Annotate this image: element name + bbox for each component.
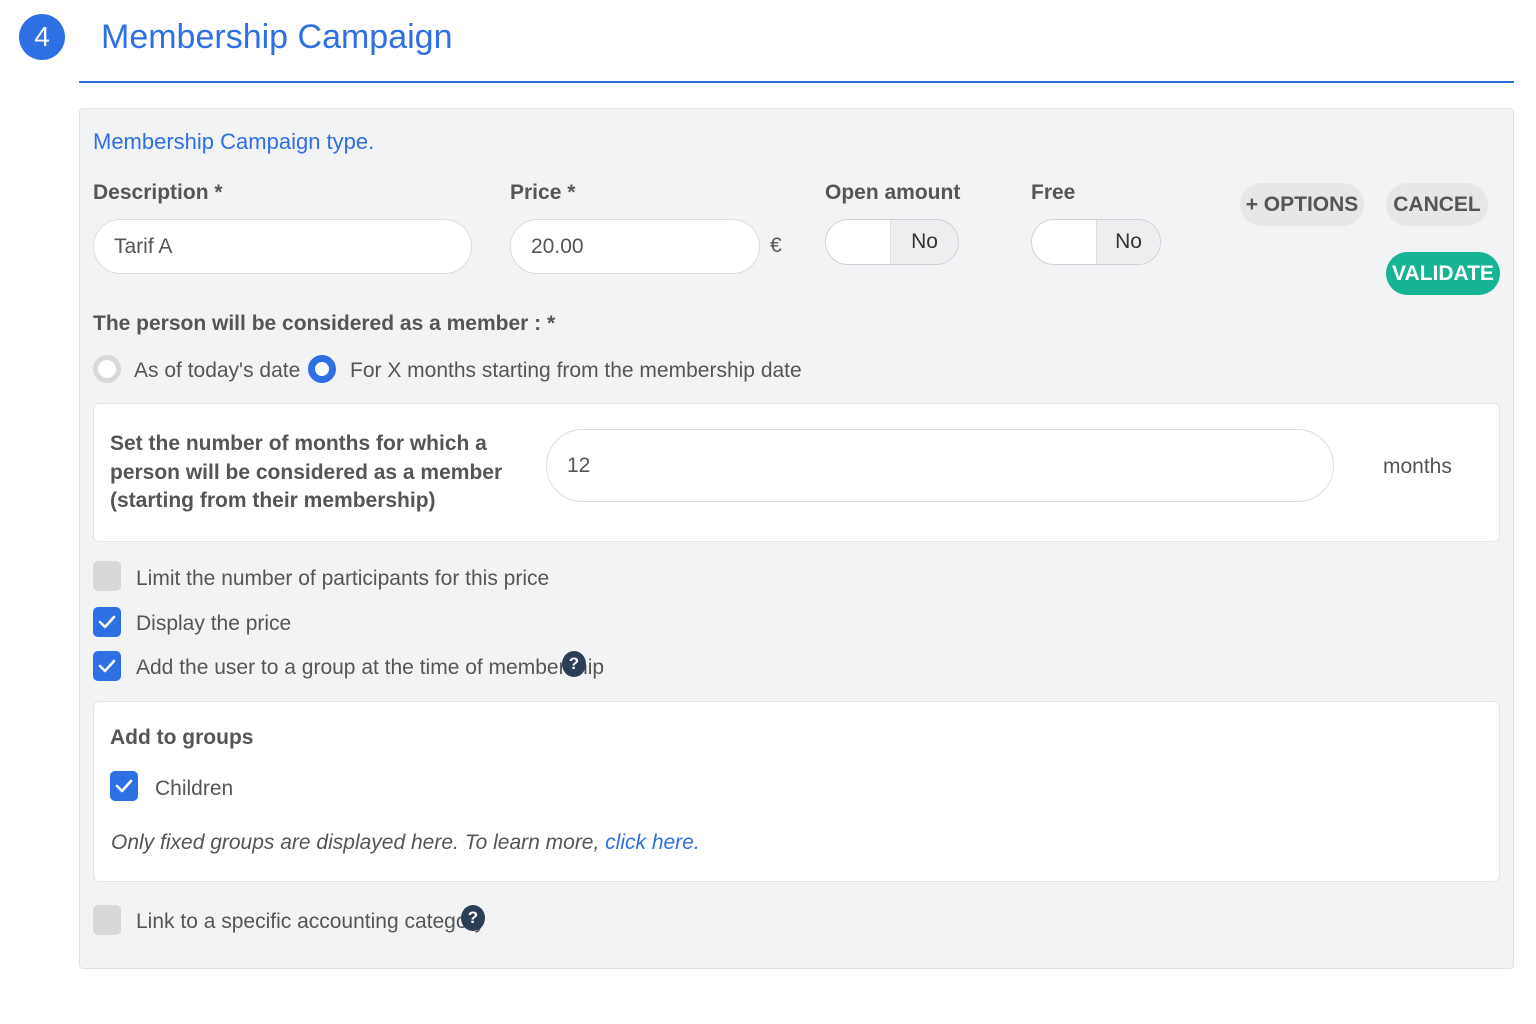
add-to-group-checkbox[interactable] [93, 651, 121, 681]
help-circle-icon[interactable]: ? [461, 905, 485, 931]
accounting-category-checkbox[interactable] [93, 905, 121, 935]
check-icon [98, 615, 116, 629]
section-title: Membership Campaign type. [93, 129, 375, 154]
radio-x-months[interactable] [308, 355, 336, 383]
display-price-label: Display the price [136, 612, 292, 635]
step-number-badge: 4 [19, 14, 65, 60]
radio-todays-date-label: As of today's date [134, 359, 301, 382]
accounting-category-label: Link to a specific accounting category [136, 910, 486, 933]
group-children-label: Children [155, 777, 234, 800]
page-title: Membership Campaign [101, 18, 453, 56]
learn-more-link[interactable]: click here [605, 831, 694, 854]
months-panel-label: Set the number of months for which a per… [110, 432, 503, 512]
free-label: Free [1031, 181, 1076, 204]
display-price-checkbox[interactable] [93, 607, 121, 637]
limit-participants-checkbox[interactable] [93, 561, 121, 591]
free-toggle[interactable]: No [1031, 219, 1161, 265]
validate-button[interactable]: VALIDATE [1386, 252, 1500, 295]
cancel-button[interactable]: CANCEL [1386, 183, 1488, 226]
group-children-checkbox[interactable] [110, 771, 138, 801]
open-amount-toggle[interactable]: No [825, 219, 959, 265]
open-amount-state: No [890, 220, 958, 264]
price-label: Price * [510, 181, 576, 204]
price-input[interactable]: 20.00 [510, 219, 760, 274]
toggle-knob [826, 220, 890, 264]
open-amount-label: Open amount [825, 181, 961, 204]
months-value: 12 [567, 453, 591, 477]
check-icon [115, 779, 133, 793]
description-value: Tarif A [114, 234, 173, 258]
toggle-knob [1032, 220, 1096, 264]
description-label: Description * [93, 181, 223, 204]
months-input[interactable]: 12 [546, 429, 1334, 502]
groups-hint-text: Only fixed groups are displayed here. To… [111, 831, 606, 854]
radio-todays-date[interactable] [93, 355, 121, 383]
help-circle-icon[interactable]: ? [562, 651, 586, 677]
free-state: No [1096, 220, 1160, 264]
options-button[interactable]: + OPTIONS [1240, 183, 1364, 226]
radio-x-months-label: For X months starting from the membershi… [350, 359, 802, 382]
title-divider [79, 81, 1514, 83]
groups-panel: Add to groups Children Only fixed groups… [93, 701, 1500, 882]
months-unit: months [1383, 455, 1452, 478]
currency-symbol: € [770, 234, 782, 257]
months-panel: Set the number of months for which a per… [93, 403, 1500, 542]
add-to-group-label: Add the user to a group at the time of m… [136, 656, 605, 679]
limit-participants-label: Limit the number of participants for thi… [136, 567, 550, 590]
groups-panel-title: Add to groups [110, 726, 254, 749]
groups-hint-end: . [693, 831, 700, 854]
price-value: 20.00 [531, 234, 584, 258]
campaign-form-card: Membership Campaign type. Description * … [79, 108, 1514, 969]
member-rule-label: The person will be considered as a membe… [93, 312, 556, 335]
groups-hint: Only fixed groups are displayed here. To… [111, 831, 700, 855]
check-icon [98, 659, 116, 673]
description-input[interactable]: Tarif A [93, 219, 472, 274]
